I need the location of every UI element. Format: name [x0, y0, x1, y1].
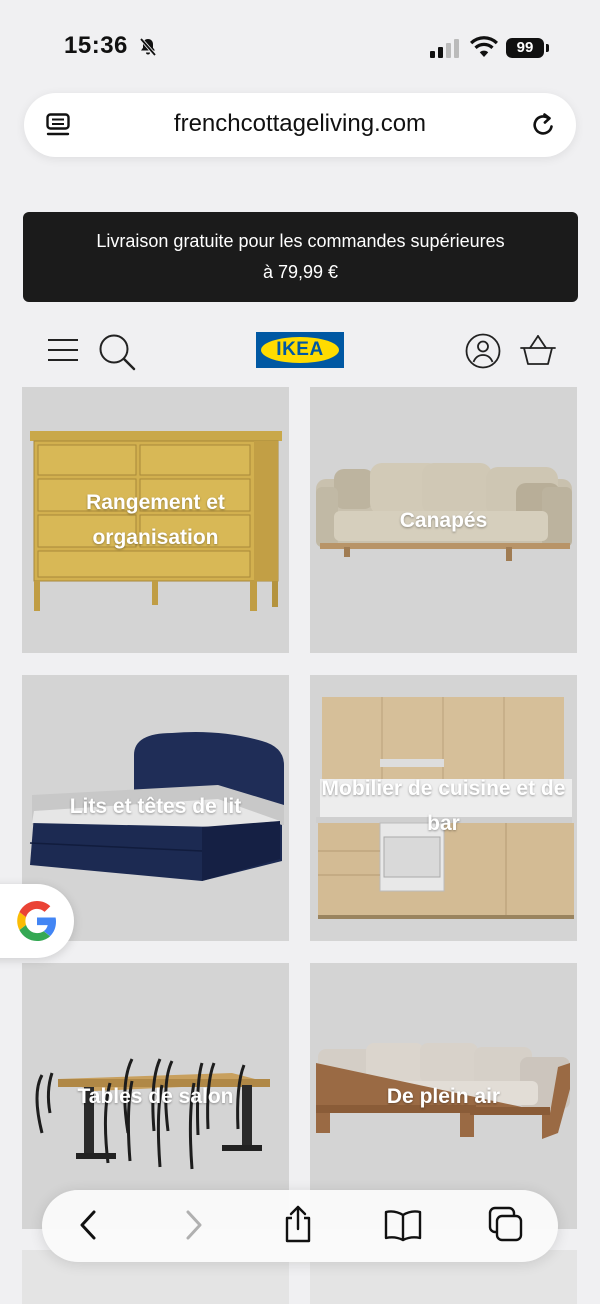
- address-bar[interactable]: frenchcottageliving.com: [24, 93, 576, 157]
- category-label-line-1[interactable]: Canapés: [310, 503, 577, 538]
- category-tile-storage[interactable]: Rangement et organisation: [22, 387, 289, 653]
- share-icon[interactable]: [282, 1204, 314, 1244]
- status-bar: 15:36 99: [0, 0, 600, 92]
- category-label[interactable]: Tables de salon: [22, 1079, 289, 1114]
- category-label[interactable]: Mobilier de cuisine et de bar: [310, 771, 577, 841]
- bookmarks-icon[interactable]: [384, 1208, 422, 1242]
- category-label-line-1[interactable]: Tables de salon: [22, 1079, 289, 1114]
- battery-tip: [546, 44, 549, 52]
- category-label-line-1[interactable]: Lits et têtes de lit: [22, 789, 289, 824]
- browser-toolbar: [42, 1190, 558, 1262]
- category-label-line-1[interactable]: Rangement et: [22, 485, 289, 520]
- basket-icon[interactable]: [520, 334, 556, 368]
- category-label-line-1[interactable]: Mobilier de cuisine et de: [310, 771, 577, 806]
- battery-indicator: 99: [506, 38, 544, 58]
- search-icon[interactable]: [98, 333, 136, 371]
- cellular-signal-icon: [430, 39, 459, 58]
- category-label-line-2[interactable]: organisation: [22, 520, 289, 555]
- category-label[interactable]: Rangement et organisation: [22, 485, 289, 555]
- category-tile-sofas[interactable]: Canapés: [310, 387, 577, 653]
- status-time: 15:36: [64, 32, 128, 59]
- google-g-icon: [17, 901, 57, 941]
- hamburger-menu-icon[interactable]: [48, 338, 78, 362]
- category-label[interactable]: Lits et têtes de lit: [22, 789, 289, 824]
- free-shipping-banner: Livraison gratuite pour les commandes su…: [23, 212, 578, 302]
- promo-line-1: Livraison gratuite pour les commandes su…: [96, 231, 505, 251]
- reload-icon[interactable]: [530, 111, 556, 139]
- category-label-line-2[interactable]: bar: [310, 806, 577, 841]
- tabs-icon[interactable]: [488, 1206, 524, 1244]
- google-floating-button[interactable]: [0, 884, 74, 958]
- account-icon[interactable]: [465, 333, 501, 369]
- silent-bell-icon: [139, 37, 157, 57]
- forward-icon[interactable]: [184, 1208, 204, 1242]
- back-icon[interactable]: [78, 1208, 98, 1242]
- category-label[interactable]: De plein air: [310, 1079, 577, 1114]
- category-tile-kitchen[interactable]: Mobilier de cuisine et de bar: [310, 675, 577, 941]
- category-label-line-1[interactable]: De plein air: [310, 1079, 577, 1114]
- logo-text: IKEA: [276, 339, 324, 360]
- promo-line-2: à 79,99 €: [262, 262, 339, 282]
- category-label[interactable]: Canapés: [310, 503, 577, 538]
- wifi-icon: [470, 36, 498, 57]
- ikea-logo[interactable]: IKEA: [256, 332, 344, 368]
- url-text[interactable]: frenchcottageliving.com: [24, 110, 576, 138]
